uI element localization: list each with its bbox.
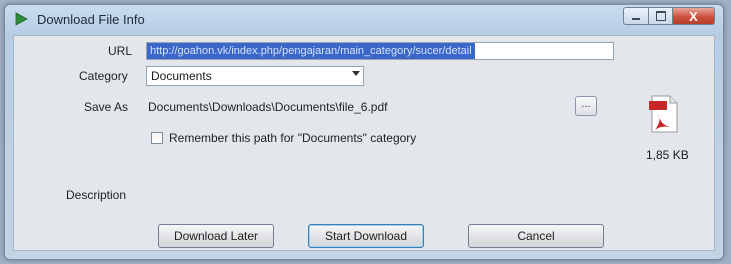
category-selected-value: Documents <box>151 69 212 83</box>
minimize-icon <box>632 18 640 20</box>
pdf-file-icon <box>646 92 682 136</box>
download-later-button[interactable]: Download Later <box>158 224 274 248</box>
minimize-button[interactable] <box>623 7 649 25</box>
url-label: URL <box>108 44 133 58</box>
category-dropdown[interactable]: Documents <box>146 66 364 86</box>
cancel-button[interactable]: Cancel <box>468 224 604 248</box>
category-label: Category <box>79 69 128 83</box>
description-label: Description <box>66 188 127 202</box>
dialog-body: URL http://goahon.vk/index.php/pengajara… <box>13 35 715 251</box>
maximize-icon <box>655 11 666 21</box>
app-play-icon <box>13 11 29 27</box>
file-size: 1,85 KB <box>646 148 689 162</box>
close-button[interactable]: X <box>673 7 715 25</box>
url-field[interactable]: http://goahon.vk/index.php/pengajaran/ma… <box>146 42 614 60</box>
browse-button[interactable]: ... <box>575 96 597 116</box>
url-selected-text: http://goahon.vk/index.php/pengajaran/ma… <box>147 43 475 59</box>
download-file-info-dialog: Download File Info X URL http://goahon.v… <box>4 4 724 260</box>
save-as-path[interactable]: Documents\Downloads\Documents\file_6.pdf <box>148 100 387 114</box>
dropdown-arrow-icon <box>352 71 360 76</box>
start-download-button[interactable]: Start Download <box>308 224 424 248</box>
maximize-button[interactable] <box>649 7 673 25</box>
caption-buttons: X <box>623 7 715 25</box>
remember-path-checkbox[interactable] <box>151 132 163 144</box>
title-bar[interactable]: Download File Info X <box>5 5 723 33</box>
save-as-label: Save As <box>84 100 129 114</box>
close-icon: X <box>689 8 698 24</box>
remember-path-label[interactable]: Remember this path for "Documents" categ… <box>169 131 416 145</box>
window-title: Download File Info <box>37 11 145 27</box>
